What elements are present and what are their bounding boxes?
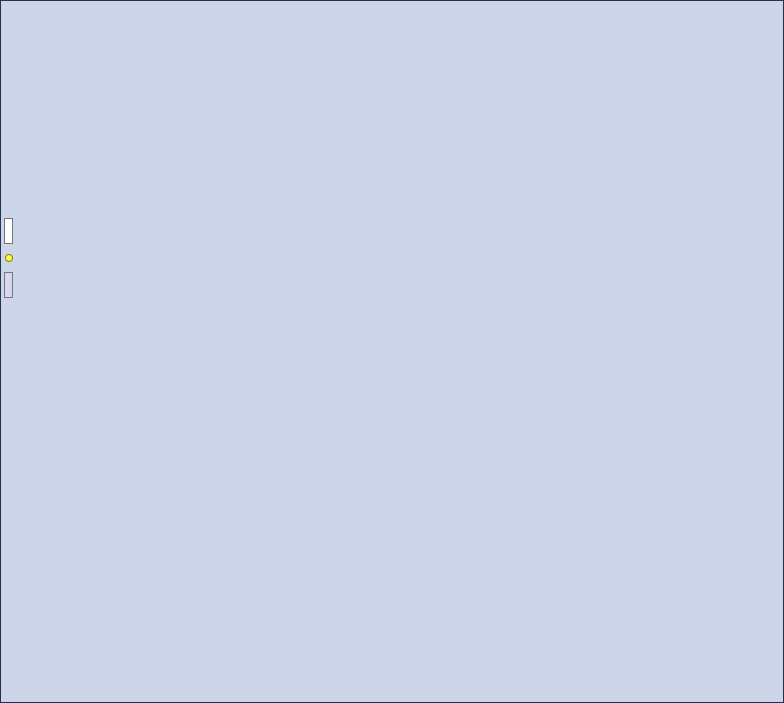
- upper-depth-swatch-icon: [4, 218, 13, 244]
- snow-history-chart-window: [0, 0, 784, 703]
- charts-svg: [1, 1, 784, 703]
- resort-depth-swatch-icon: [4, 272, 13, 298]
- fresh-snow-dot-icon: [5, 254, 13, 262]
- snow-axis-label: [4, 218, 13, 303]
